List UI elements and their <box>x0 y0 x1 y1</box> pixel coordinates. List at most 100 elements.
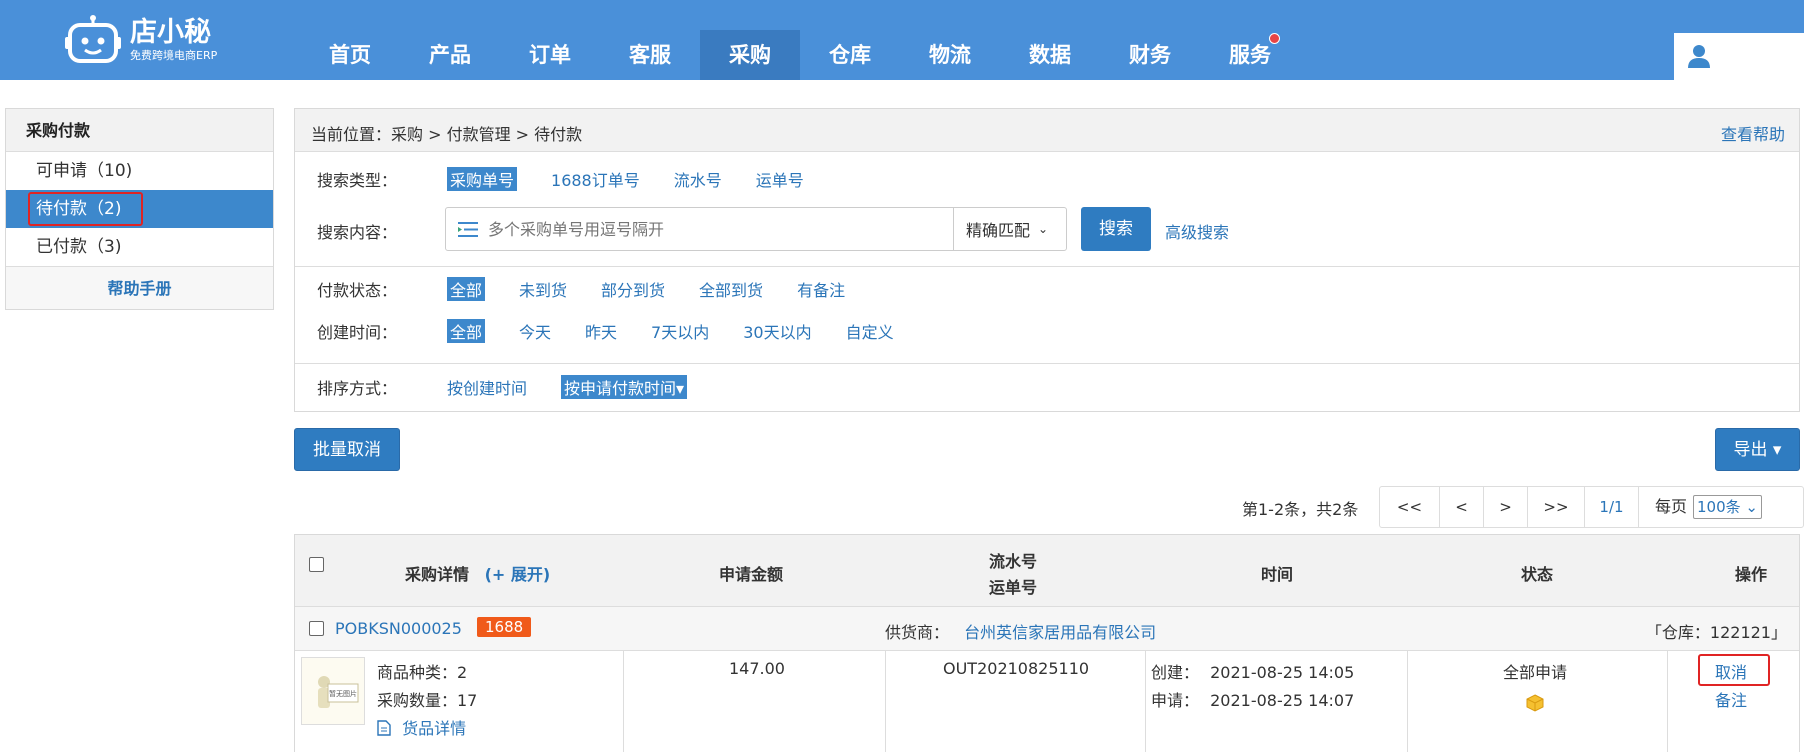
column-divider <box>1667 651 1668 752</box>
created-time: 创建： 2021-08-25 14:05 <box>1151 659 1354 683</box>
column-divider <box>885 651 886 752</box>
pager-info: 第1-2条，共2条 <box>1242 500 1359 519</box>
nav-purchase[interactable]: 采购 <box>700 30 800 80</box>
nav-service[interactable]: 服务 <box>1200 30 1300 80</box>
highlight-box <box>28 192 143 226</box>
robot-logo-icon <box>65 15 121 63</box>
search-type-po[interactable]: 采购单号 <box>447 167 518 191</box>
created-7days[interactable]: 7天以内 <box>651 319 709 343</box>
export-button[interactable]: 导出 ▾ <box>1715 428 1800 471</box>
th-status: 状态 <box>1521 565 1554 584</box>
nav-warehouse[interactable]: 仓库 <box>800 30 900 80</box>
help-manual-link[interactable]: 帮助手册 <box>6 266 273 309</box>
pay-status-row: 付款状态： 全部 未到货 部分到货 全部到货 有备注 <box>295 277 879 301</box>
pager-next[interactable]: > <box>1484 487 1528 527</box>
sidebar-item-pending-payment[interactable]: 待付款（2) <box>6 190 273 228</box>
user-icon <box>1688 45 1710 68</box>
breadcrumb-bar: 当前位置：采购 > 付款管理 > 待付款 查看帮助 <box>295 109 1799 152</box>
search-button[interactable]: 搜索 <box>1081 207 1151 251</box>
status-text: 全部申请 <box>1503 663 1568 682</box>
search-type-serial[interactable]: 流水号 <box>674 167 722 191</box>
app-logo[interactable]: 店小秘 免费跨境电商ERP <box>64 10 254 70</box>
nav-finance[interactable]: 财务 <box>1100 30 1200 80</box>
warehouse-info: 「仓库：122121」 <box>1645 623 1787 642</box>
logo-subtitle: 免费跨境电商ERP <box>130 49 218 62</box>
th-detail: 采购详情 (+ 展开) <box>405 561 550 585</box>
product-thumbnail[interactable]: 暂无图片 <box>301 657 365 725</box>
logo-title: 店小秘 <box>130 17 211 48</box>
created-today[interactable]: 今天 <box>519 319 551 343</box>
search-input[interactable] <box>488 209 953 249</box>
payment-table: 采购详情 (+ 展开) 申请金额 流水号 运单号 时间 状态 操作 POBKSN… <box>294 534 1800 752</box>
th-serial: 流水号 <box>989 552 1038 571</box>
po-number-link[interactable]: POBKSN000025 <box>335 619 462 638</box>
cancel-link[interactable]: 取消 <box>1715 659 1747 683</box>
view-help-link[interactable]: 查看帮助 <box>1721 121 1785 145</box>
nav-data[interactable]: 数据 <box>1000 30 1100 80</box>
nav-customer-service[interactable]: 客服 <box>600 30 700 80</box>
sort-by-created[interactable]: 按创建时间 <box>447 375 527 399</box>
goods-detail-link[interactable]: 货品详情 <box>402 719 466 738</box>
page-size-select[interactable]: 100条 ⌄ <box>1693 495 1762 519</box>
pay-status-partial[interactable]: 部分到货 <box>601 277 665 301</box>
search-type-1688[interactable]: 1688订单号 <box>551 167 640 191</box>
nav-orders[interactable]: 订单 <box>500 30 600 80</box>
pay-status-all[interactable]: 全部 <box>447 277 486 301</box>
th-amount: 申请金额 <box>719 565 784 584</box>
nav-service-label: 服务 <box>1229 43 1271 67</box>
divider <box>295 363 1799 364</box>
chevron-down-icon: ⌄ <box>1038 222 1049 236</box>
expand-link[interactable]: (+ 展开) <box>485 565 551 584</box>
no-image-icon: 暂无图片 <box>318 676 359 708</box>
supplier-label: 供货商： <box>885 623 950 642</box>
serial-number: OUT20210825110 <box>943 659 1090 678</box>
sidebar-item-applicable[interactable]: 可申请（10) <box>6 152 273 190</box>
sidebar-item-paid[interactable]: 已付款（3) <box>6 228 273 266</box>
match-mode-select[interactable]: 精确匹配 ⌄ <box>953 208 1066 250</box>
advanced-search-link[interactable]: 高级搜索 <box>1165 219 1229 243</box>
pager-first[interactable]: << <box>1380 487 1440 527</box>
th-detail-label: 采购详情 <box>405 565 470 584</box>
apply-amount: 147.00 <box>729 659 785 678</box>
pay-status-not-arrived[interactable]: 未到货 <box>519 277 567 301</box>
created-custom[interactable]: 自定义 <box>846 319 894 343</box>
created-time-row: 创建时间： 全部 今天 昨天 7天以内 30天以内 自定义 <box>295 319 928 343</box>
main-nav: 首页 产品 订单 客服 采购 仓库 物流 数据 财务 服务 <box>300 30 1300 80</box>
user-menu[interactable] <box>1674 33 1804 80</box>
pager-prev[interactable]: < <box>1440 487 1484 527</box>
breadcrumb: 当前位置：采购 > 付款管理 > 待付款 <box>311 125 583 144</box>
pay-status-label: 付款状态： <box>317 281 398 300</box>
supplier-link[interactable]: 台州英信家居用品有限公司 <box>964 623 1156 642</box>
pager-current-page[interactable]: 1/1 <box>1585 487 1639 527</box>
search-type-waybill[interactable]: 运单号 <box>756 167 804 191</box>
created-30days[interactable]: 30天以内 <box>743 319 811 343</box>
product-kinds: 商品种类：2 <box>377 663 468 682</box>
match-mode-value: 精确匹配 <box>966 221 1031 240</box>
pay-status-has-remark[interactable]: 有备注 <box>797 277 845 301</box>
list-filter-icon[interactable] <box>456 219 480 239</box>
supplier: 供货商： 台州英信家居用品有限公司 <box>885 619 1156 643</box>
nav-home[interactable]: 首页 <box>300 30 400 80</box>
batch-cancel-button[interactable]: 批量取消 <box>294 428 400 471</box>
goods-detail[interactable]: 货品详情 <box>377 715 466 739</box>
source-badge: 1688 <box>477 617 532 637</box>
created-time-label: 创建时间： <box>317 323 398 342</box>
search-type-label: 搜索类型： <box>317 171 398 190</box>
search-content-label: 搜索内容： <box>317 223 398 242</box>
created-yesterday[interactable]: 昨天 <box>585 319 617 343</box>
sort-by-apply-time[interactable]: 按申请付款时间▾ <box>561 375 688 399</box>
no-image-text: 暂无图片 <box>329 689 357 698</box>
nav-logistics[interactable]: 物流 <box>900 30 1000 80</box>
th-waybill: 运单号 <box>989 578 1038 597</box>
th-action: 操作 <box>1735 565 1768 584</box>
order-checkbox[interactable] <box>309 621 324 636</box>
sidebar-title: 采购付款 <box>6 109 273 152</box>
remark-link[interactable]: 备注 <box>1715 687 1747 711</box>
pager-last[interactable]: >> <box>1528 487 1585 527</box>
nav-products[interactable]: 产品 <box>400 30 500 80</box>
created-all[interactable]: 全部 <box>447 319 486 343</box>
filter-panel: 当前位置：采购 > 付款管理 > 待付款 查看帮助 搜索类型： 采购单号 168… <box>294 108 1800 412</box>
pay-status-all-arrived[interactable]: 全部到货 <box>699 277 763 301</box>
select-all-checkbox[interactable] <box>309 557 324 572</box>
applied-label: 申请： <box>1151 691 1200 710</box>
